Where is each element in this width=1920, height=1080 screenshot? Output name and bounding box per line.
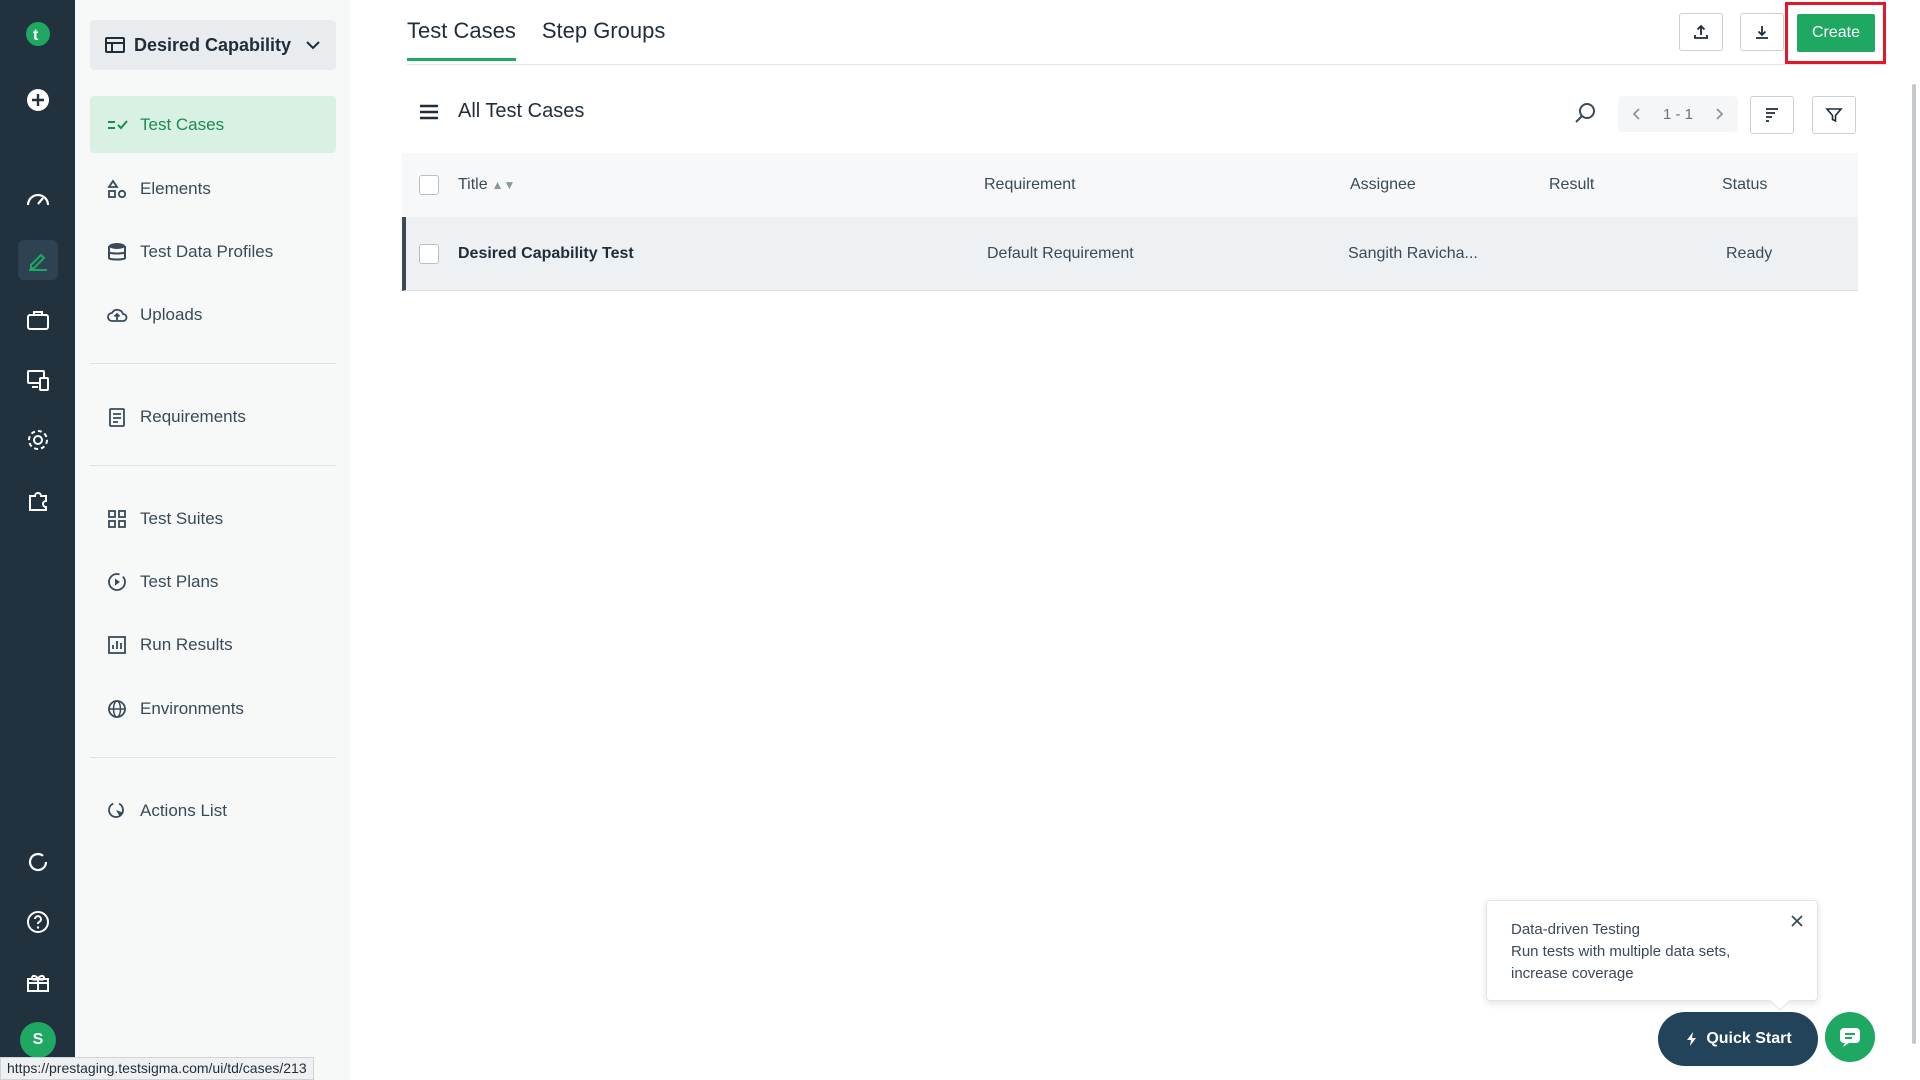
sidebar-item-label: Requirements [140, 406, 246, 426]
sidebar-divider [90, 363, 336, 364]
sidebar-item-actions-list[interactable]: Actions List [90, 782, 336, 839]
table-header: Title ▲▼ Requirement Assignee Result Stat… [402, 153, 1858, 217]
sidebar-divider [90, 757, 336, 758]
sort-button[interactable] [1750, 96, 1794, 134]
list-title: All Test Cases [458, 100, 585, 122]
project-selector[interactable]: Desired Capability [90, 20, 336, 70]
upload-icon [1694, 24, 1708, 39]
filter-button[interactable] [1812, 96, 1856, 134]
database-icon [108, 242, 126, 260]
tabs-divider [407, 64, 1887, 65]
sidebar-item-label: Test Data Profiles [140, 241, 274, 261]
main-tabs: Test Cases Step Groups [407, 18, 665, 61]
sidebar-item-requirements[interactable]: Requirements [90, 388, 336, 445]
play-circle-icon [108, 572, 126, 591]
avatar[interactable]: S [20, 1022, 56, 1058]
row-assignee: Sangith Ravicha... [1348, 244, 1478, 262]
dashboard-icon[interactable] [18, 180, 58, 220]
sidebar-item-label: Test Cases [140, 114, 225, 134]
column-requirement: Requirement [984, 176, 1076, 193]
filter-icon [1825, 108, 1843, 123]
sidebar-item-label: Test Suites [140, 508, 224, 528]
chevron-down-icon [306, 41, 320, 50]
grid-icon [108, 509, 126, 528]
quick-start-button[interactable]: Quick Start [1658, 1012, 1818, 1066]
row-status: Ready [1726, 244, 1773, 262]
sidebar-item-label: Test Plans [140, 571, 219, 591]
tooltip-title: Data-driven Testing [1511, 921, 1640, 938]
cursor-icon [108, 801, 124, 818]
left-rail: t S [0, 0, 75, 1080]
import-button[interactable] [1679, 13, 1723, 51]
row-requirement: Default Requirement [987, 244, 1134, 262]
status-bar-url: https://prestaging.testsigma.com/ui/td/c… [0, 1057, 314, 1080]
elements-icon [107, 178, 127, 198]
column-result: Result [1549, 176, 1595, 193]
sidebar-item-label: Elements [140, 178, 211, 198]
tab-step-groups[interactable]: Step Groups [542, 18, 666, 61]
sidebar-item-elements[interactable]: Elements [90, 160, 336, 217]
page-range: 1 - 1 [1662, 105, 1693, 123]
sidebar-item-label: Uploads [140, 304, 203, 324]
briefcase-icon[interactable] [18, 300, 58, 340]
sort-icon [1766, 108, 1778, 122]
sidebar-item-test-plans[interactable]: Test Plans [90, 553, 336, 610]
menu-icon[interactable] [418, 101, 440, 123]
test-cases-icon [108, 119, 128, 129]
lightning-icon [1687, 1032, 1697, 1046]
add-icon[interactable] [18, 80, 58, 120]
column-status: Status [1722, 176, 1768, 193]
sidebar-item-test-suites[interactable]: Test Suites [90, 490, 336, 547]
tab-test-cases[interactable]: Test Cases [407, 18, 516, 61]
chat-button[interactable] [1825, 1012, 1875, 1062]
devices-icon[interactable] [18, 360, 58, 400]
project-name: Desired Capability [134, 34, 292, 55]
sidebar-item-environments[interactable]: Environments [90, 680, 336, 737]
sidebar-item-uploads[interactable]: Uploads [90, 286, 336, 343]
export-button[interactable] [1740, 13, 1784, 51]
sort-arrows-icon: ▲▼ [491, 178, 516, 192]
refresh-icon[interactable] [18, 842, 58, 882]
close-icon[interactable] [1787, 911, 1807, 931]
sidebar-item-run-results[interactable]: Run Results [90, 616, 336, 673]
row-checkbox[interactable] [419, 217, 439, 290]
sidebar-item-label: Run Results [140, 634, 233, 654]
plugin-icon[interactable] [18, 480, 58, 520]
edit-icon[interactable] [18, 240, 58, 280]
sidebar-item-test-cases[interactable]: Test Cases [90, 96, 336, 153]
chevron-left-icon[interactable] [1630, 107, 1644, 121]
cloud-upload-icon [107, 308, 128, 322]
list-header: All Test Cases [418, 100, 584, 123]
search-icon[interactable] [1572, 100, 1598, 126]
tooltip-line: increase coverage [1511, 965, 1634, 982]
column-assignee: Assignee [1350, 176, 1416, 193]
svg-text:t: t [33, 27, 39, 44]
sidebar-divider [90, 465, 336, 466]
gift-icon[interactable] [18, 962, 58, 1002]
row-title[interactable]: Desired Capability Test [458, 217, 634, 290]
settings-icon[interactable] [18, 420, 58, 460]
feature-tooltip: Data-driven Testing Run tests with multi… [1486, 900, 1818, 1011]
select-all-checkbox[interactable] [419, 153, 439, 217]
tooltip-arrow [1770, 991, 1790, 1011]
column-title[interactable]: Title ▲▼ [458, 153, 515, 217]
tooltip-line: Run tests with multiple data sets, [1511, 943, 1731, 960]
project-icon [105, 37, 125, 53]
help-icon[interactable] [18, 902, 58, 942]
clipboard-icon [109, 407, 125, 427]
bar-chart-icon [108, 635, 126, 654]
sidebar-item-test-data-profiles[interactable]: Test Data Profiles [90, 223, 336, 280]
chat-icon [1840, 1028, 1860, 1047]
sidebar: Desired Capability Test Cases Elements T… [75, 0, 350, 1080]
pagination: 1 - 1 [1618, 96, 1738, 132]
sidebar-item-label: Actions List [140, 800, 227, 820]
table-row[interactable]: Desired Capability Test Default Requirem… [402, 217, 1858, 291]
scrollbar[interactable] [1912, 84, 1916, 1044]
create-button[interactable]: Create [1797, 14, 1875, 52]
sidebar-item-label: Environments [140, 698, 244, 718]
chevron-right-icon[interactable] [1712, 107, 1726, 121]
download-icon [1756, 26, 1768, 39]
testsigma-logo-icon[interactable]: t [18, 14, 58, 54]
globe-icon [108, 699, 126, 718]
